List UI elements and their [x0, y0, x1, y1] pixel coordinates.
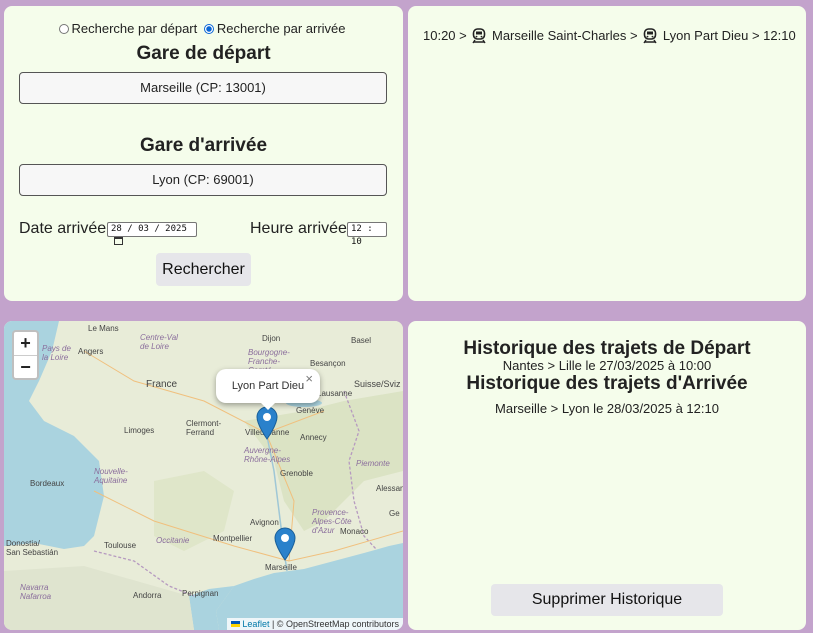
radio-depart-label[interactable]: Recherche par départ [72, 21, 198, 36]
radio-depart[interactable] [58, 24, 69, 34]
gare-arrivee-input[interactable]: Lyon (CP: 69001) [19, 164, 387, 196]
train-icon [643, 27, 657, 43]
gare-arrivee-title: Gare d'arrivée [139, 135, 268, 156]
history-arrivee-item: Marseille > Lyon le 28/03/2025 à 12:10 [495, 401, 719, 416]
calendar-icon[interactable] [114, 237, 123, 245]
heure-label: Heure arrivée [250, 220, 347, 237]
supprimer-historique-button[interactable]: Supprimer Historique [491, 584, 723, 616]
train-icon [472, 27, 486, 43]
zoom-out-button[interactable]: − [14, 355, 37, 378]
leaflet-link[interactable]: Leaflet [242, 619, 269, 629]
date-value: 28 / 03 / 2025 [111, 224, 187, 234]
to-station: Lyon Part Dieu > 12:10 [662, 28, 796, 44]
gare-depart-input[interactable]: Marseille (CP: 13001) [19, 72, 387, 104]
zoom-control: + − [12, 330, 39, 380]
search-panel: Recherche par départ Recherche par arriv… [4, 6, 403, 301]
popup-close-icon[interactable]: × [305, 369, 313, 389]
lyon-marker-icon[interactable] [256, 406, 278, 440]
map-popup: Lyon Part Dieu × [216, 369, 320, 403]
popup-tip [259, 401, 277, 410]
departure-time: 10:20 > [423, 28, 467, 44]
ukraine-flag-icon [231, 621, 241, 627]
route-result: 10:20 > Marseille Saint-Charles > Lyon P… [423, 27, 796, 44]
attribution-text: | © OpenStreetMap contributors [271, 619, 399, 629]
map-panel[interactable]: Le Mans Angers Pays de la Loire Centre-V… [4, 321, 403, 630]
radio-arrivee[interactable] [203, 24, 214, 34]
history-panel: Historique des trajets de Départ Nantes … [408, 321, 806, 630]
zoom-in-button[interactable]: + [14, 332, 37, 355]
history-depart-title: Historique des trajets de Départ [463, 338, 751, 359]
map-tiles[interactable] [4, 321, 403, 630]
marseille-marker-icon[interactable] [274, 527, 296, 561]
search-mode-radios: Recherche par départ Recherche par arriv… [4, 21, 403, 36]
date-label: Date arrivée [19, 220, 107, 237]
rechercher-button[interactable]: Rechercher [156, 253, 251, 286]
from-station: Marseille Saint-Charles > [492, 28, 638, 44]
radio-arrivee-label[interactable]: Recherche par arrivée [217, 21, 346, 36]
history-arrivee-title: Historique des trajets d'Arrivée [466, 373, 748, 394]
result-panel: 10:20 > Marseille Saint-Charles > Lyon P… [408, 6, 806, 301]
heure-input[interactable]: 12 : 10 [347, 222, 387, 247]
history-depart-item: Nantes > Lille le 27/03/2025 à 10:00 [502, 358, 712, 373]
popup-text: Lyon Part Dieu [231, 380, 305, 392]
map-attribution: Leaflet | © OpenStreetMap contributors [227, 618, 403, 630]
date-input[interactable]: 28 / 03 / 2025 [107, 222, 197, 245]
gare-depart-title: Gare de départ [136, 43, 271, 64]
